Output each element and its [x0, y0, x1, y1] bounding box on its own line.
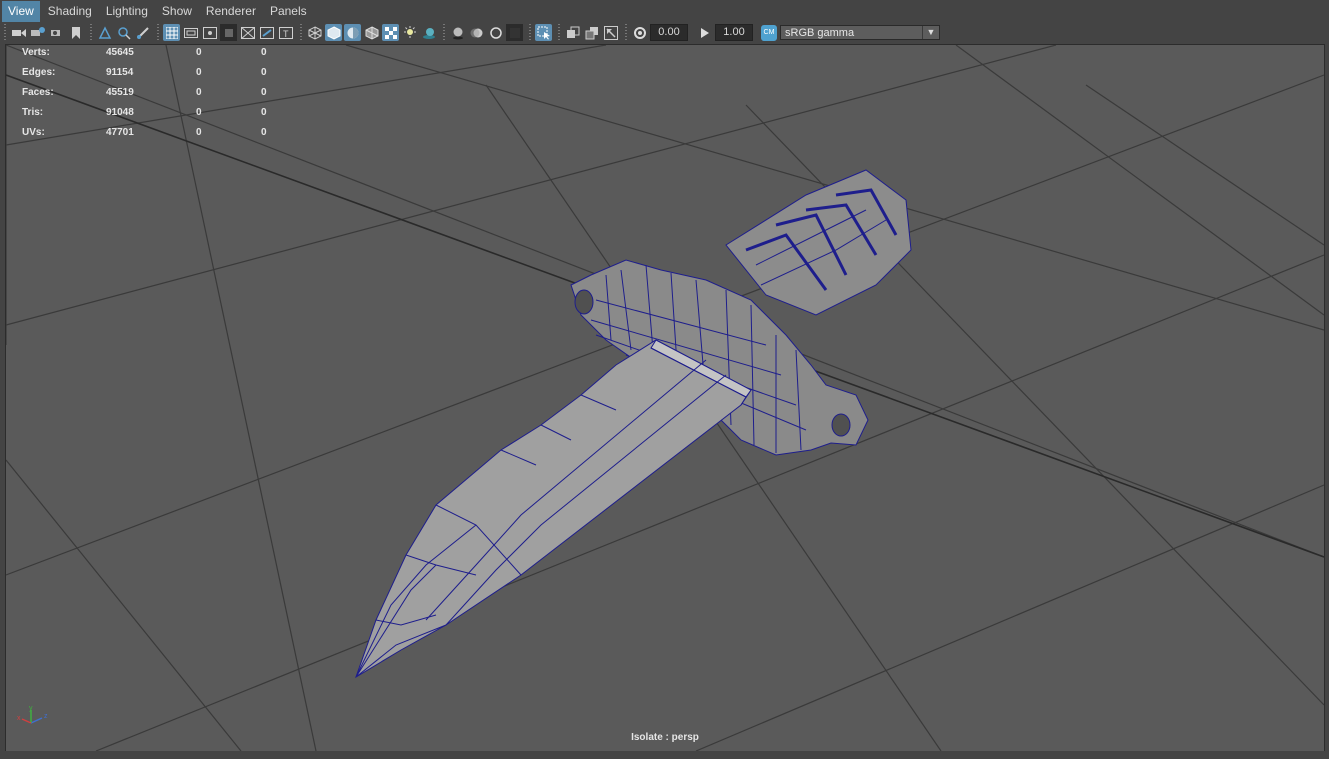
hud-row-label: Faces:: [22, 87, 54, 98]
safe-action-icon[interactable]: [258, 24, 275, 41]
hud-row-value: 0: [196, 127, 202, 138]
hud-row-value: 0: [261, 127, 267, 138]
depth-of-field-icon[interactable]: [506, 24, 523, 41]
anti-aliasing-icon[interactable]: [487, 24, 504, 41]
menu-view[interactable]: View: [2, 1, 40, 22]
gamma-field[interactable]: 1.00: [715, 24, 753, 41]
default-material-icon[interactable]: [344, 24, 361, 41]
axis-x-label: x: [17, 715, 21, 722]
screen-space-ao-icon[interactable]: [449, 24, 466, 41]
shadows-icon[interactable]: [420, 24, 437, 41]
hud-row-value: 45645: [106, 47, 134, 58]
toolbar-separator: [625, 24, 627, 41]
hud-row-value: 0: [196, 107, 202, 118]
hud-row-value: 0: [196, 87, 202, 98]
film-gate-icon[interactable]: [182, 24, 199, 41]
knife-mesh[interactable]: [355, 169, 912, 679]
select-similar-icon[interactable]: [564, 24, 581, 41]
axis-x-line: [21, 718, 32, 724]
hud-row-label: Edges:: [22, 67, 56, 78]
panel-bottom-border: [0, 751, 1329, 759]
viewport-panel: View Shading Lighting Show Renderer Pane…: [0, 0, 1329, 759]
toolbar-separator: [157, 24, 159, 41]
safe-title-icon[interactable]: T: [277, 24, 294, 41]
field-chart-icon[interactable]: [239, 24, 256, 41]
wireframe-on-shaded-icon[interactable]: [363, 24, 380, 41]
toolbar-separator: [4, 24, 6, 41]
use-all-lights-icon[interactable]: [401, 24, 418, 41]
toolbar-separator: [558, 24, 560, 41]
exposure-field[interactable]: 0.00: [650, 24, 688, 41]
grease-pencil-icon[interactable]: [134, 24, 151, 41]
gate-mask-icon[interactable]: [220, 24, 237, 41]
menu-renderer[interactable]: Renderer: [200, 1, 262, 22]
toolbar-separator: [90, 24, 92, 41]
resolution-gate-icon[interactable]: [201, 24, 218, 41]
panel-menubar: View Shading Lighting Show Renderer Pane…: [0, 0, 1329, 23]
toolbar-separator: [443, 24, 445, 41]
color-management-icon[interactable]: CM: [761, 24, 777, 41]
hud-row-label: UVs:: [22, 127, 45, 138]
3d-viewport[interactable]: Verts: 45645 0 0 Edges: 91154 0 0 Faces: 45519 0 0 T…: [5, 44, 1325, 752]
exposure-icon[interactable]: [631, 24, 648, 41]
hud-row-value: 0: [261, 107, 267, 118]
hud-row-value: 0: [261, 67, 267, 78]
hud-row-value: 0: [261, 87, 267, 98]
color-space-dropdown[interactable]: sRGB gamma ▼: [780, 25, 940, 40]
camera-attributes-icon[interactable]: [29, 24, 46, 41]
camera-bookmark-icon[interactable]: [48, 24, 65, 41]
2d-pan-zoom-icon[interactable]: [115, 24, 132, 41]
axis-z-line: [30, 717, 43, 724]
image-plane-icon[interactable]: [96, 24, 113, 41]
hud-row-value: 91048: [106, 107, 134, 118]
menu-show[interactable]: Show: [156, 1, 198, 22]
hud-row-value: 0: [196, 47, 202, 58]
isolate-camera-label: Isolate : persp: [631, 732, 699, 743]
hud-row-value: 0: [261, 47, 267, 58]
hud-row-label: Verts:: [22, 47, 50, 58]
hud-row-value: 91154: [106, 67, 134, 78]
hud-row-label: Tris:: [22, 107, 44, 118]
axis-z-label: z: [44, 713, 48, 720]
hud-row-value: 0: [196, 67, 202, 78]
select-camera-icon[interactable]: [10, 24, 27, 41]
wireframe-icon[interactable]: [306, 24, 323, 41]
menu-lighting[interactable]: Lighting: [100, 1, 154, 22]
bookmark-icon[interactable]: [67, 24, 84, 41]
smooth-shade-icon[interactable]: [325, 24, 342, 41]
grid-icon[interactable]: [163, 24, 180, 41]
xray-icon[interactable]: [382, 24, 399, 41]
axis-y-label: y: [29, 705, 33, 712]
panel-toolbar: T 0.00 1.00 CM sRGB gamma ▼: [0, 22, 1329, 43]
motion-blur-icon[interactable]: [468, 24, 485, 41]
duplicate-view-icon[interactable]: [583, 24, 600, 41]
menu-shading[interactable]: Shading: [42, 1, 98, 22]
gamma-icon[interactable]: [696, 24, 713, 41]
texture-placement-icon[interactable]: [602, 24, 619, 41]
hud-row-value: 47701: [106, 127, 134, 138]
viewport-scene[interactable]: [6, 45, 1324, 751]
svg-text:T: T: [283, 29, 289, 39]
isolate-select-icon[interactable]: [535, 24, 552, 41]
view-axis-icon: x y z: [17, 705, 48, 724]
hud-row-value: 45519: [106, 87, 134, 98]
toolbar-separator: [300, 24, 302, 41]
chevron-down-icon[interactable]: ▼: [922, 26, 939, 39]
color-space-value: sRGB gamma: [785, 27, 855, 39]
toolbar-separator: [529, 24, 531, 41]
menu-panels[interactable]: Panels: [264, 1, 313, 22]
